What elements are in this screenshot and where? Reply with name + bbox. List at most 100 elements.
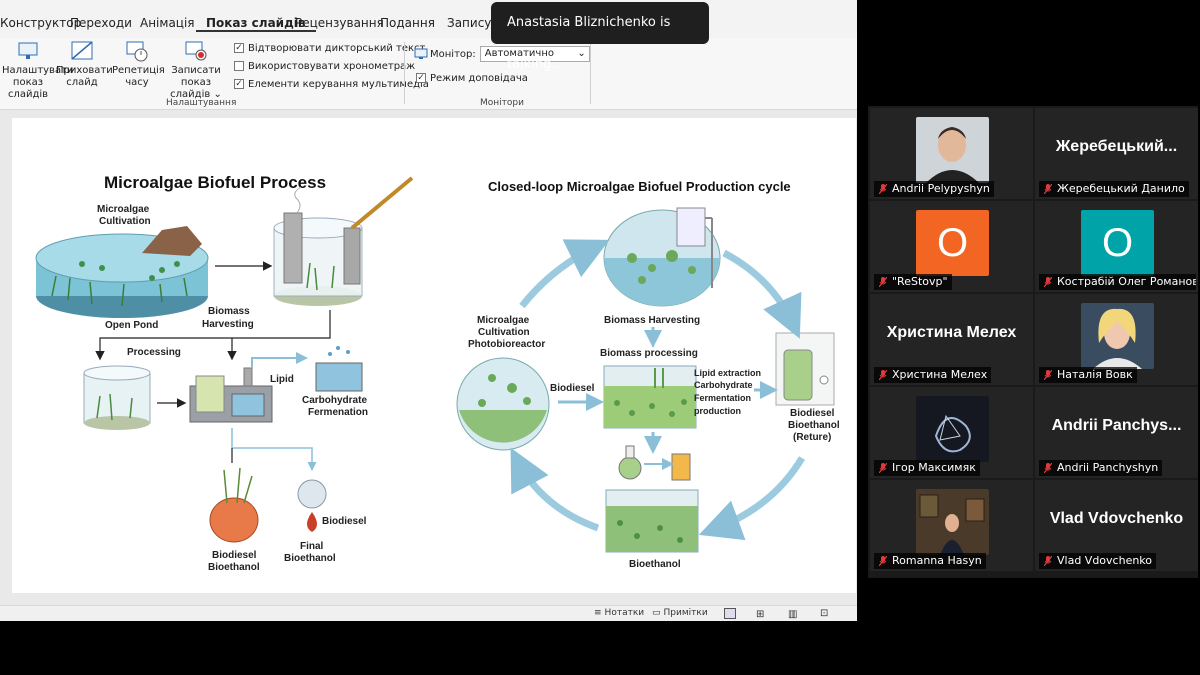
- flask-distiller-illustration: [618, 445, 691, 481]
- comments-button[interactable]: ▭ Примітки: [652, 608, 708, 618]
- participant-tile[interactable]: Andrii Pelypyshyn: [870, 108, 1033, 199]
- participant-display-name: Vlad Vdovchenko: [1049, 510, 1184, 527]
- notes-button[interactable]: ≡ Нотатки: [594, 608, 644, 618]
- biodiesel-bioethanol-label-2: Bioethanol: [208, 562, 260, 573]
- comments-label: Примітки: [663, 608, 708, 618]
- participant-tile[interactable]: Жеребецький... Жеребецький Данило: [1035, 108, 1198, 199]
- normal-view-icon[interactable]: [724, 608, 736, 619]
- participant-name: Andrii Panchyshyn: [1057, 461, 1159, 474]
- right-title: Closed-loop Microalgae Biofuel Productio…: [488, 179, 791, 194]
- group-divider: [404, 42, 405, 104]
- record-show-button[interactable]: Записати показ слайдів ⌄: [160, 40, 232, 101]
- mic-muted-icon: [1044, 277, 1052, 287]
- status-bar: ≡ Нотатки ▭ Примітки ⊞ ▥ ⊡: [0, 605, 857, 621]
- hide-slide-icon: [70, 40, 94, 62]
- reading-view-icon[interactable]: ▥: [788, 609, 797, 620]
- ribbon-panel: Налаштувати показ слайдів Приховати слай…: [0, 38, 857, 110]
- return-tank-illustration: [775, 332, 835, 406]
- photobioreactor-label-2: Cultivation: [478, 327, 530, 338]
- left-title: Microalgae Biofuel Process: [104, 173, 326, 192]
- participant-name-label: "ReStovp": [874, 274, 952, 290]
- rehearse-timings-button[interactable]: Репетиція часу: [112, 40, 165, 89]
- monitors-group-label: Монітори: [480, 98, 524, 108]
- processing-tank-illustration: [83, 365, 151, 430]
- participant-name-label: Andrii Panchyshyn: [1039, 460, 1163, 476]
- biodiesel-right-label: Biodiesel: [550, 383, 595, 394]
- avatar-letter: O: [936, 221, 969, 265]
- participant-name-label: Andrii Pelypyshyn: [874, 181, 994, 197]
- participant-name-label: Наталія Вовк: [1039, 367, 1137, 383]
- carbohydrate-label-1: Carbohydrate: [302, 395, 367, 406]
- ribbon-tabs: Конструктор Переходи Анімація Показ слайдів…: [0, 10, 857, 36]
- cycle-arrow: [519, 239, 610, 309]
- setup-group-label: Налаштування: [166, 98, 237, 108]
- checkmark-icon: ✓: [234, 79, 244, 89]
- participant-name: Жеребецький Данило: [1057, 182, 1185, 195]
- slide-editing-area: Microalgae Biofuel Process Microalgae Cu…: [0, 110, 857, 605]
- harvest-tank-illustration: [273, 176, 414, 306]
- participant-tile[interactable]: Romanna Hasyn: [870, 480, 1033, 571]
- lipid-label: Lipid: [270, 374, 294, 385]
- mic-muted-icon: [879, 184, 887, 194]
- avatar-letter: O: [1101, 221, 1134, 265]
- lipid-extraction-label: Lipid extraction: [694, 368, 761, 378]
- hide-slide-button[interactable]: Приховати слайд: [56, 40, 113, 89]
- cultivation-label-1: Microalgae: [97, 204, 150, 215]
- participant-video: [916, 396, 989, 462]
- setup-show-button[interactable]: Налаштувати показ слайдів: [2, 40, 73, 101]
- participant-display-name: Andrii Panchys...: [1051, 417, 1182, 434]
- checkmark-icon: ✓: [416, 73, 426, 83]
- setup-show-icon: [16, 40, 40, 62]
- slideshow-icon[interactable]: ⊡: [820, 608, 828, 619]
- participant-name: Христина Мелех: [892, 368, 988, 381]
- slide-diagram: Microalgae Biofuel Process Microalgae Cu…: [35, 173, 840, 573]
- top-bioreactor-illustration: [603, 207, 721, 307]
- mic-muted-icon: [879, 277, 887, 287]
- fuel-drop-icon: [307, 512, 317, 532]
- use-timings-checkbox[interactable]: Використовувати хронометраж: [234, 59, 415, 73]
- participant-tile[interactable]: Andrii Panchys... Andrii Panchyshyn: [1035, 387, 1198, 478]
- rehearse-timings-icon: [125, 40, 149, 62]
- mic-muted-icon: [879, 463, 887, 473]
- participant-name: Vlad Vdovchenko: [1057, 554, 1153, 567]
- tab-5[interactable]: Подання: [370, 10, 445, 30]
- chevron-down-icon: ⌄: [577, 48, 586, 59]
- participant-name: Andrii Pelypyshyn: [892, 182, 990, 195]
- participant-name: "ReStovp": [892, 275, 948, 288]
- participant-name-label: Ігор Максимяк: [874, 460, 980, 476]
- participant-name: Ігор Максимяк: [892, 461, 976, 474]
- speaking-notification: Anastasia Bliznichenko is talking...: [491, 2, 709, 72]
- notes-icon: ≡: [594, 608, 602, 618]
- participant-name-label: Жеребецький Данило: [1039, 181, 1189, 197]
- participant-name: Кострабій Олег Романов...: [1057, 275, 1196, 288]
- participant-tile[interactable]: Vlad Vdovchenko Vlad Vdovchenko: [1035, 480, 1198, 571]
- participant-display-name: Жеребецький...: [1055, 138, 1178, 155]
- arrow: [251, 352, 308, 368]
- slide-canvas[interactable]: Microalgae Biofuel Process Microalgae Cu…: [12, 118, 856, 593]
- participant-display-name: Христина Мелех: [886, 324, 1017, 341]
- shared-powerpoint-window: Конструктор Переходи Анімація Показ слайдів…: [0, 0, 857, 621]
- photobioreactor-label-3: Photobioreactor: [468, 339, 545, 350]
- biomass-harvesting-label: Biomass Harvesting: [604, 315, 700, 326]
- rehearse-timings-label: Репетиція часу: [112, 65, 165, 88]
- open-pond-illustration: [35, 226, 209, 318]
- slide-sorter-icon[interactable]: ⊞: [756, 609, 764, 620]
- harvesting-label-1: Biomass: [208, 306, 250, 317]
- narrations-label: Відтворювати дикторський текст: [248, 42, 426, 54]
- participant-name-label: Romanna Hasyn: [874, 553, 986, 569]
- participant-video: [916, 489, 989, 555]
- participant-tile[interactable]: Наталія Вовк: [1035, 294, 1198, 385]
- empty-checkbox-icon: [234, 61, 244, 71]
- participant-tile[interactable]: O Кострабій Олег Романов...: [1035, 201, 1198, 292]
- production-label: production: [694, 406, 741, 416]
- participant-tile[interactable]: Ігор Максимяк: [870, 387, 1033, 478]
- media-controls-checkbox[interactable]: ✓ Елементи керування мультимедіа: [234, 77, 429, 91]
- participant-tile[interactable]: Христина Мелех Христина Мелех: [870, 294, 1033, 385]
- carbohydrate-label-2: Fermenation: [308, 407, 368, 418]
- participant-tile[interactable]: O "ReStovp": [870, 201, 1033, 292]
- monitor-icon: [414, 48, 428, 59]
- participant-video: [916, 117, 989, 183]
- tab-2[interactable]: Анімація: [130, 10, 205, 30]
- biomass-processing-label: Biomass processing: [600, 348, 698, 359]
- narrations-checkbox[interactable]: ✓ Відтворювати дикторський текст: [234, 41, 425, 55]
